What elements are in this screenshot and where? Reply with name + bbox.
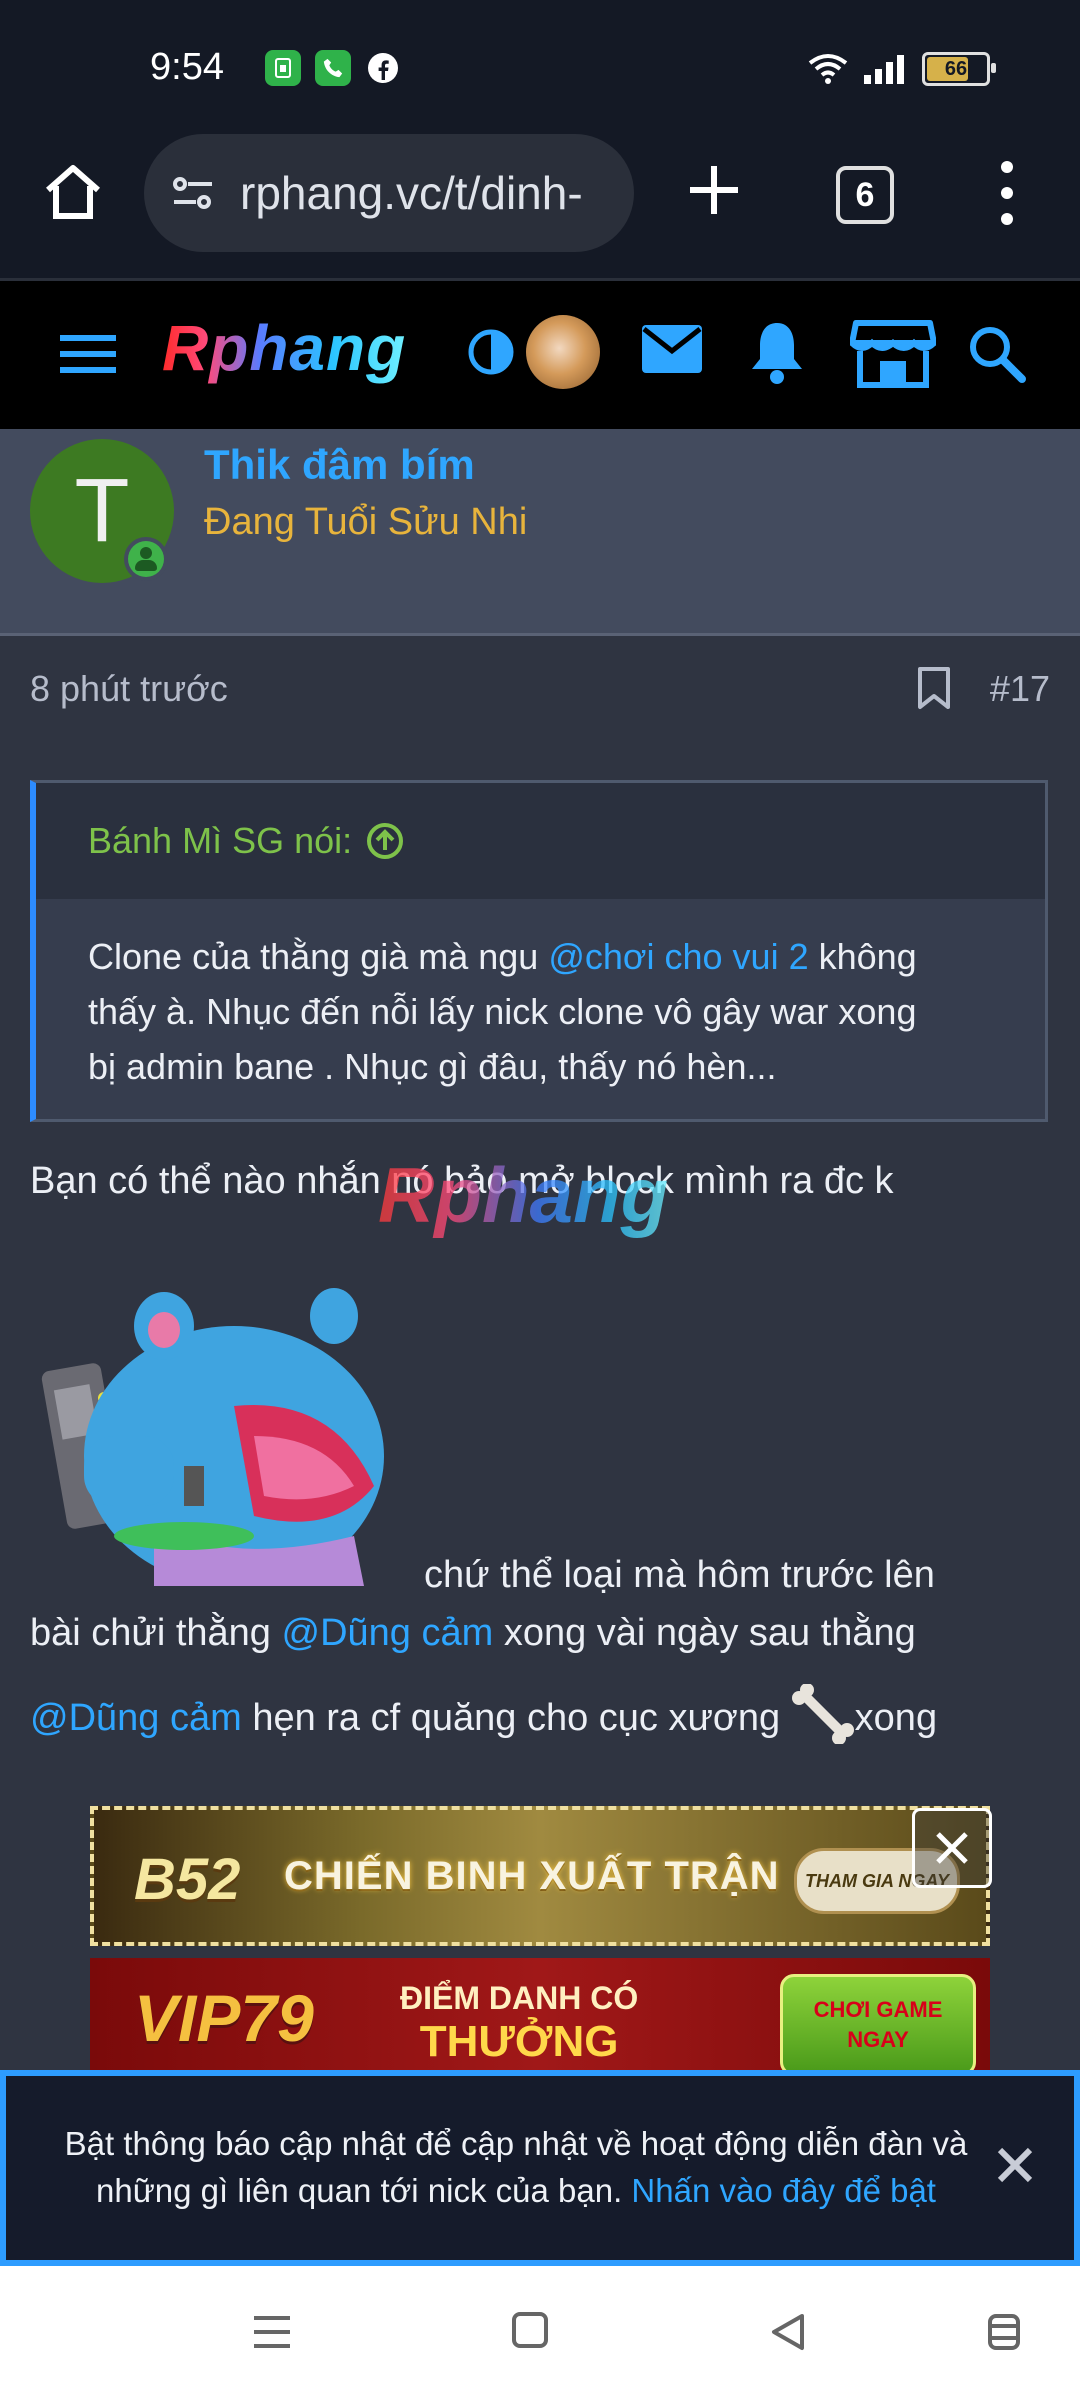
ad-banner-b52[interactable]: B52 CHIẾN BINH XUẤT TRẬN THAM GIA NGAY [90, 1806, 990, 1946]
post-text: hẹn ra cf quăng cho cục xương [241, 1697, 791, 1739]
post-time[interactable]: 8 phút trước [30, 668, 228, 710]
post-text: xong vài ngày sau thằng [493, 1612, 916, 1654]
watermark-logo: Rphang [378, 1151, 669, 1239]
browser-toolbar: rphang.vc/t/dinh- 6 [0, 130, 1080, 281]
status-bar: 9:54 66 [0, 0, 1080, 130]
author-name[interactable]: Thik đâm bím [204, 441, 475, 489]
search-icon[interactable] [966, 323, 1026, 383]
battery-icon: 66 [922, 52, 996, 86]
home-nav-icon[interactable] [510, 2310, 550, 2350]
ad-headline: ĐIỂM DANH CÓ THƯỞNG [400, 1976, 638, 2064]
close-icon[interactable] [994, 2144, 1036, 2186]
post-text: xong [854, 1697, 938, 1739]
mail-icon[interactable] [640, 321, 704, 377]
enable-notifications-link[interactable]: Nhấn vào đây để bật [631, 2172, 936, 2209]
quote-text: bị admin bane . Nhục gì đâu, thấy nó hèn… [88, 1046, 777, 1087]
jump-to-quote-icon[interactable] [366, 822, 404, 860]
status-app-icons [265, 50, 401, 86]
quote-author[interactable]: Bánh Mì SG nói: [88, 820, 352, 862]
facebook-icon [365, 50, 401, 86]
wifi-icon [808, 54, 848, 84]
ad-logo: B52 [134, 1847, 241, 1912]
status-right: 66 [808, 52, 996, 86]
tab-switcher-button[interactable]: 6 [836, 166, 894, 224]
signal-icon [864, 55, 904, 84]
post-meta: 8 phút trước #17 [30, 666, 1050, 718]
post-author-bar: T Thik đâm bím Đang Tuổi Sửu Nhi [0, 429, 1080, 636]
post-number[interactable]: #17 [990, 668, 1050, 710]
recent-apps-icon[interactable] [250, 2310, 294, 2354]
post-text-line: bài chửi thằng @Dũng cảm xong vài ngày s… [30, 1612, 916, 1655]
url-text[interactable]: rphang.vc/t/dinh- [240, 166, 620, 220]
author-title: Đang Tuổi Sửu Nhi [204, 501, 528, 543]
ad-logo: VIP79 [134, 1981, 314, 2055]
status-time: 9:54 [150, 46, 224, 88]
back-icon[interactable] [766, 2310, 810, 2354]
ad-headline: CHIẾN BINH XUẤT TRẬN [284, 1854, 780, 1898]
post-text-line: @Dũng cảm hẹn ra cf quăng cho cục xương … [30, 1683, 938, 1745]
quote-text: không [808, 936, 917, 977]
close-icon [936, 1832, 968, 1864]
quote-text: thấy à. Nhục đến nỗi lấy nick clone vô g… [88, 991, 917, 1032]
site-navbar: Rphang [0, 281, 1080, 429]
system-nav-bar [0, 2266, 1080, 2400]
ad-play-button[interactable]: CHƠI GAME NGAY [780, 1974, 976, 2070]
phone-icon [315, 50, 351, 86]
push-notification-prompt: Bật thông báo cập nhật để cập nhật về ho… [0, 2070, 1080, 2266]
online-status-icon [124, 537, 168, 581]
theme-toggle-icon[interactable] [464, 325, 518, 379]
screen-rotate-icon[interactable] [984, 2310, 1024, 2354]
sim-icon [265, 50, 301, 86]
post-text: chứ thể loại mà hôm trước lên [424, 1554, 935, 1596]
quote-header[interactable]: Bánh Mì SG nói: [36, 783, 1045, 899]
account-avatar[interactable] [526, 315, 600, 389]
site-logo[interactable]: Rphang [162, 311, 406, 385]
home-icon[interactable] [40, 160, 106, 226]
mention-link[interactable]: @Dũng cảm [30, 1697, 242, 1739]
site-settings-icon[interactable] [168, 168, 218, 218]
new-tab-icon[interactable] [684, 160, 744, 220]
sticker-image [41, 1288, 384, 1586]
notification-text: Bật thông báo cập nhật để cập nhật về ho… [46, 2120, 986, 2214]
ad-headline-line: ĐIỂM DANH CÓ [400, 1980, 639, 2016]
bookmark-icon[interactable] [914, 666, 954, 710]
quote-mention[interactable]: @chơi cho vui 2 [548, 936, 808, 977]
bone-emoji-icon [791, 1683, 854, 1745]
menu-icon[interactable] [58, 331, 118, 377]
quote-block: Bánh Mì SG nói: Clone của thằng già mà n… [30, 780, 1048, 1122]
ad-headline-line: THƯỞNG [419, 2017, 619, 2066]
store-icon[interactable] [850, 317, 936, 389]
more-options-icon[interactable] [996, 158, 1018, 228]
post-text: bài chửi thằng [30, 1612, 282, 1654]
notifications-icon[interactable] [748, 319, 806, 385]
address-bar[interactable]: rphang.vc/t/dinh- [144, 134, 634, 252]
battery-level: 66 [944, 57, 968, 80]
ad-banner-vip79[interactable]: VIP79 ĐIỂM DANH CÓ THƯỞNG CHƠI GAME NGAY [90, 1958, 990, 2070]
quote-body: Clone của thằng già mà ngu @chơi cho vui… [36, 899, 1045, 1094]
quote-text: Clone của thằng già mà ngu [88, 936, 549, 977]
ad-close-button[interactable] [912, 1808, 992, 1888]
mention-link[interactable]: @Dũng cảm [282, 1612, 494, 1654]
